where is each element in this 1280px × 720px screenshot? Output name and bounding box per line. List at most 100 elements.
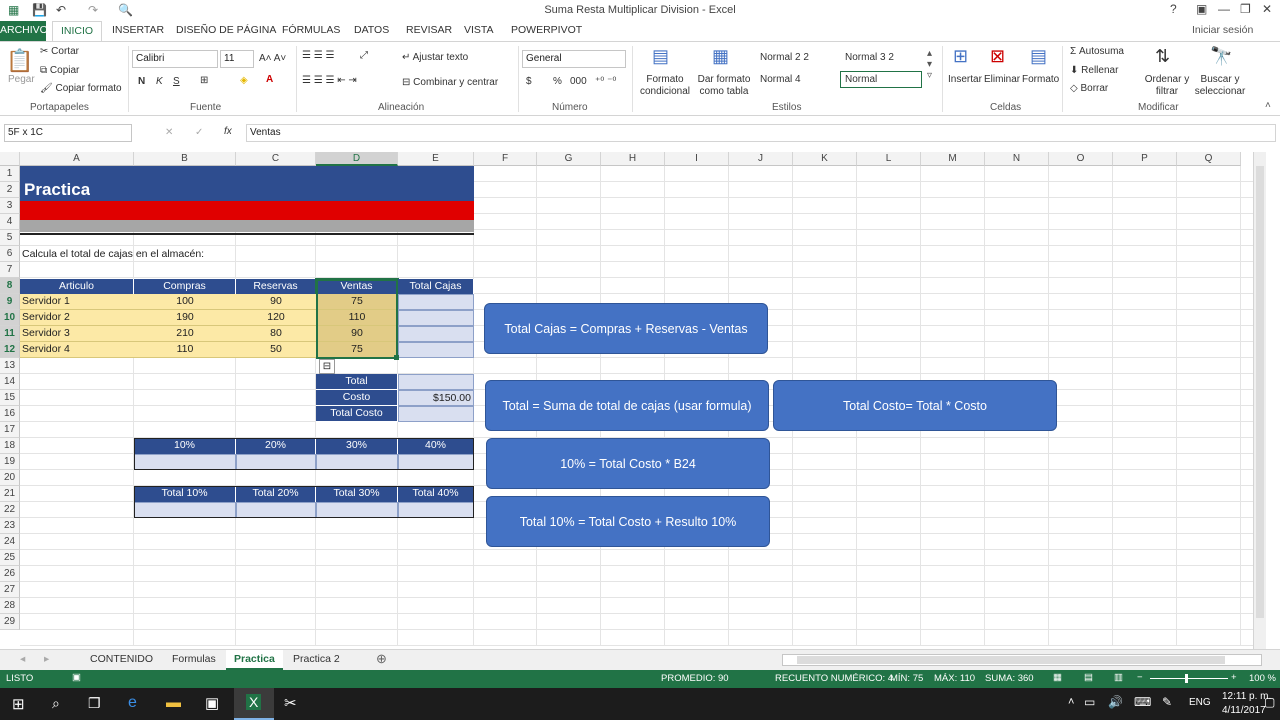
row-header[interactable]: 11 — [0, 326, 20, 342]
column-header[interactable]: A — [20, 152, 134, 166]
keyboard-icon[interactable]: ⌨ — [1134, 695, 1151, 709]
paste-icon[interactable]: 📋 — [6, 48, 33, 74]
table-cell[interactable]: 80 — [236, 326, 316, 342]
column-header[interactable]: P — [1113, 152, 1177, 166]
file-explorer-icon[interactable]: ▬ — [166, 694, 181, 711]
table-cell[interactable] — [398, 310, 474, 326]
row-header[interactable]: 13 — [0, 358, 20, 374]
fill-button[interactable]: ⬇ Rellenar — [1070, 65, 1118, 76]
column-header[interactable]: C — [236, 152, 316, 166]
format-cells-icon[interactable]: ▤ — [1030, 46, 1047, 67]
callout-total-cajas[interactable]: Total Cajas = Compras + Reservas - Venta… — [484, 303, 768, 354]
snipping-tool-icon[interactable]: ✂ — [284, 694, 297, 712]
row-header[interactable]: 26 — [0, 566, 20, 582]
align-top-icon[interactable]: ☰ ☰ ☰ — [302, 50, 334, 61]
style-normal-4[interactable]: Normal 4 — [760, 74, 801, 85]
row-header[interactable]: 4 — [0, 214, 20, 230]
table-cell[interactable]: Servidor 3 — [20, 326, 134, 342]
show-hidden-icons[interactable]: ˄ — [1068, 696, 1074, 708]
row-header[interactable]: 8 — [0, 278, 20, 294]
font-color-icon[interactable]: A — [266, 74, 273, 85]
table-header-cell[interactable]: Compras — [134, 279, 236, 294]
close-icon[interactable]: ✕ — [1262, 2, 1272, 16]
column-header[interactable]: I — [665, 152, 729, 166]
select-all-corner[interactable] — [0, 152, 20, 166]
summary-value[interactable] — [398, 374, 474, 390]
style-normal-2-2[interactable]: Normal 2 2 — [760, 52, 809, 63]
row-header[interactable]: 19 — [0, 454, 20, 470]
underline-button[interactable]: S — [173, 76, 180, 87]
normal-view-icon[interactable]: ▦ — [1053, 672, 1062, 683]
autosum-button[interactable]: Σ Autosuma — [1070, 46, 1124, 57]
find-select-button[interactable]: Buscar y seleccionar — [1190, 74, 1250, 98]
instruction-text[interactable]: Calcula el total de cajas en el almacén: — [22, 247, 204, 262]
summary-label[interactable]: Total — [316, 374, 398, 390]
row-header[interactable]: 14 — [0, 374, 20, 390]
table-cell[interactable] — [398, 294, 474, 310]
format-cells-button[interactable]: Formato — [1022, 74, 1059, 85]
notifications-icon[interactable]: ▢ — [1264, 695, 1275, 709]
conditional-format-icon[interactable]: ▤ — [652, 46, 669, 67]
page-layout-icon[interactable]: ▤ — [1084, 672, 1093, 683]
insert-function-button[interactable]: fx — [224, 126, 232, 137]
borders-icon[interactable]: ⊞ — [200, 75, 208, 86]
column-header[interactable]: L — [857, 152, 921, 166]
row-header[interactable]: 15 — [0, 390, 20, 406]
next-sheet-icon[interactable]: ▸ — [44, 653, 49, 665]
row-header[interactable]: 17 — [0, 422, 20, 438]
table-header-cell[interactable]: Total Cajas — [398, 279, 474, 294]
ribbon-display-icon[interactable]: ▣ — [1196, 2, 1207, 16]
column-header[interactable]: D — [316, 152, 398, 166]
tab-diseno[interactable]: DISEÑO DE PÁGINA — [176, 24, 276, 36]
volume-icon[interactable]: 🔊 — [1108, 695, 1123, 709]
table-cell[interactable]: 90 — [236, 294, 316, 310]
vertical-scrollbar[interactable] — [1253, 152, 1266, 649]
tab-inicio[interactable]: INICIO — [52, 21, 103, 41]
font-size-select[interactable]: 11 — [220, 50, 254, 68]
summary-value[interactable] — [398, 406, 474, 422]
table-cell[interactable]: Servidor 4 — [20, 342, 134, 358]
row-header[interactable]: 28 — [0, 598, 20, 614]
tab-datos[interactable]: DATOS — [354, 24, 389, 36]
grow-font-icon[interactable]: A˄ A˅ — [259, 53, 286, 64]
table-header-cell[interactable]: Articulo — [20, 279, 134, 294]
column-header[interactable]: M — [921, 152, 985, 166]
table-cell[interactable]: 210 — [134, 326, 236, 342]
zoom-out-icon[interactable]: − — [1137, 672, 1143, 683]
orientation-icon[interactable]: ⤢ — [360, 50, 368, 61]
decimal-icons[interactable]: ⁺⁰ ⁻⁰ — [595, 76, 616, 87]
horizontal-scroll-thumb[interactable] — [797, 656, 1225, 664]
row-header[interactable]: 23 — [0, 518, 20, 534]
table-cell[interactable]: 190 — [134, 310, 236, 326]
zoom-level[interactable]: 100 % — [1249, 673, 1276, 684]
macro-record-icon[interactable]: ▣ — [72, 672, 81, 683]
column-header[interactable]: N — [985, 152, 1049, 166]
row-header[interactable]: 18 — [0, 438, 20, 454]
format-table-button[interactable]: Dar formato como tabla — [694, 74, 754, 98]
callout-total[interactable]: Total = Suma de total de cajas (usar for… — [485, 380, 769, 431]
row-header[interactable]: 20 — [0, 470, 20, 486]
summary-label[interactable]: Costo — [316, 390, 398, 406]
windows-start-icon[interactable]: ⊞ — [12, 695, 25, 713]
delete-cells-button[interactable]: Eliminar — [984, 74, 1020, 85]
column-header[interactable]: E — [398, 152, 474, 166]
vertical-scroll-thumb[interactable] — [1256, 166, 1264, 618]
help-button[interactable]: ? — [1170, 2, 1177, 16]
table-cell[interactable]: 50 — [236, 342, 316, 358]
store-icon[interactable]: ▣ — [205, 694, 219, 712]
table-cell[interactable]: 110 — [134, 342, 236, 358]
number-format-select[interactable]: General — [522, 50, 626, 68]
tab-vista[interactable]: VISTA — [464, 24, 494, 36]
row-header[interactable]: 12 — [0, 342, 20, 358]
row-header[interactable]: 7 — [0, 262, 20, 278]
row-header[interactable]: 1 — [0, 166, 20, 182]
excel-taskbar-button[interactable]: X — [234, 688, 274, 720]
zoom-in-icon[interactable]: + — [1231, 672, 1237, 683]
fill-handle[interactable] — [394, 355, 399, 360]
horizontal-scrollbar[interactable] — [782, 654, 1262, 666]
restore-icon[interactable]: ❐ — [1240, 2, 1251, 16]
task-view-icon[interactable]: ❐ — [88, 695, 101, 712]
insert-cells-icon[interactable]: ⊞ — [953, 46, 968, 67]
format-painter-button[interactable]: 🖌 Copiar formato — [40, 83, 122, 94]
currency-icon[interactable]: $ — [526, 76, 532, 87]
